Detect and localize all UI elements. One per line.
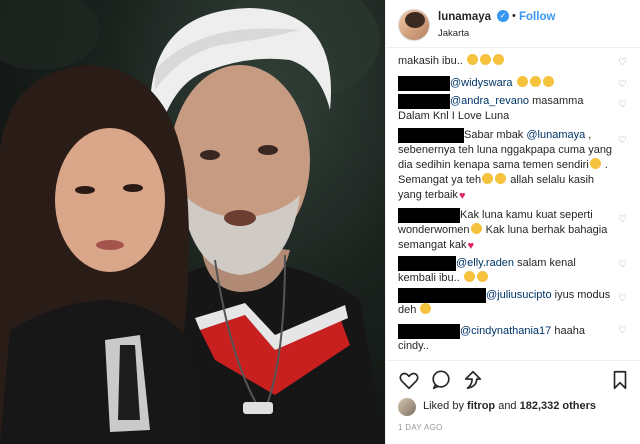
comment-item: @widyswara bbox=[398, 76, 614, 91]
bookmark-icon[interactable] bbox=[609, 369, 631, 391]
liker-username-link[interactable]: fitrop bbox=[467, 400, 495, 412]
comment-text: makasih ibu.. bbox=[398, 55, 463, 67]
comment-like-heart-icon[interactable]: ♡ bbox=[618, 294, 628, 304]
comment-like-heart-icon[interactable]: ♡ bbox=[618, 136, 628, 146]
redacted-username bbox=[398, 76, 450, 91]
username-link[interactable]: lunamaya bbox=[438, 11, 491, 23]
thumbs-up-emoji-icon bbox=[542, 76, 554, 87]
smile-emoji-icon bbox=[420, 303, 432, 314]
comment-like-heart-icon[interactable]: ♡ bbox=[618, 215, 628, 225]
post-photo bbox=[0, 0, 385, 444]
comment-like-heart-icon[interactable]: ♡ bbox=[618, 80, 628, 90]
red-heart-emoji-icon: ♥ bbox=[458, 190, 466, 202]
comment-item: @cindynathania17 haaha cindy.. bbox=[398, 324, 614, 354]
redacted-username bbox=[398, 208, 460, 223]
post-action-bar bbox=[386, 360, 640, 398]
verified-badge-icon: ✓ bbox=[497, 10, 509, 22]
comment-like-heart-icon[interactable]: ♡ bbox=[618, 260, 628, 270]
photo-illustration bbox=[0, 0, 385, 444]
location-link[interactable]: Jakarta bbox=[438, 28, 469, 39]
likes-middle: and bbox=[495, 400, 520, 412]
comment-like-heart-icon[interactable]: ♡ bbox=[618, 58, 628, 68]
comment-like-heart-icon[interactable]: ♡ bbox=[618, 100, 628, 110]
post-header: lunamaya ✓ • Follow Jakarta bbox=[386, 0, 640, 48]
separator-dot: • bbox=[512, 10, 516, 22]
comment-item: @juliusucipto iyus modus deh bbox=[398, 288, 614, 318]
likes-summary: Liked by fitrop and 182,332 others bbox=[398, 398, 633, 416]
comment-mention[interactable]: @juliusucipto bbox=[486, 289, 552, 301]
comment-mention[interactable]: @widyswara bbox=[450, 77, 513, 89]
comment-text: Sabar mbak bbox=[464, 129, 527, 141]
smile-emoji-icon bbox=[476, 271, 488, 282]
share-icon[interactable] bbox=[462, 369, 484, 391]
comment-item: @elly.raden salam kenal kembali ibu.. bbox=[398, 256, 614, 286]
redacted-username bbox=[398, 128, 464, 143]
post-side-panel: lunamaya ✓ • Follow Jakarta makasih ibu.… bbox=[385, 0, 640, 444]
smile-emoji-icon bbox=[482, 173, 494, 184]
redacted-username bbox=[398, 288, 486, 303]
redacted-username bbox=[398, 324, 460, 339]
comment-mention[interactable]: @elly.raden bbox=[456, 257, 514, 269]
red-heart-emoji-icon: ♥ bbox=[467, 240, 475, 252]
comment-item: @andra_revano masamma Dalam Knl I Love L… bbox=[398, 94, 614, 124]
smile-emoji-icon bbox=[470, 223, 482, 234]
folded-hands-emoji-icon bbox=[492, 54, 504, 65]
thumbs-up-emoji-icon bbox=[516, 76, 528, 87]
liker-avatar[interactable] bbox=[398, 398, 416, 416]
raising-hands-emoji-icon bbox=[466, 54, 478, 65]
comment-item: makasih ibu.. bbox=[398, 54, 614, 69]
comment-like-heart-icon[interactable]: ♡ bbox=[618, 326, 628, 336]
comment-mention[interactable]: @andra_revano bbox=[450, 95, 529, 107]
likes-prefix: Liked by bbox=[423, 400, 468, 412]
heart-icon[interactable] bbox=[398, 369, 420, 391]
folded-hands-emoji-icon bbox=[479, 54, 491, 65]
comment-mention[interactable]: @cindynathania17 bbox=[460, 325, 551, 337]
post-timestamp[interactable]: 1 DAY AGO bbox=[398, 423, 443, 432]
comments-list[interactable]: makasih ibu.. ♡ @widyswara ♡ @andra_reva… bbox=[386, 48, 640, 360]
redacted-username bbox=[398, 256, 456, 271]
comment-icon[interactable] bbox=[430, 369, 452, 391]
likes-count-link[interactable]: 182,332 others bbox=[520, 400, 596, 412]
smile-emoji-icon bbox=[463, 271, 475, 282]
sad-face-emoji-icon bbox=[589, 158, 601, 169]
thumbs-up-emoji-icon bbox=[529, 76, 541, 87]
comment-item: Kak luna kamu kuat seperti wonderwomen K… bbox=[398, 208, 614, 254]
likes-text: Liked by fitrop and 182,332 others bbox=[423, 400, 596, 412]
redacted-username bbox=[398, 94, 450, 109]
comment-mention[interactable]: @lunamaya bbox=[526, 129, 585, 141]
follow-button[interactable]: Follow bbox=[519, 11, 555, 23]
comment-item: Sabar mbak @lunamaya , sebenernya teh lu… bbox=[398, 128, 614, 204]
avatar[interactable] bbox=[398, 9, 430, 41]
instagram-post: lunamaya ✓ • Follow Jakarta makasih ibu.… bbox=[0, 0, 640, 444]
smile-emoji-icon bbox=[495, 173, 507, 184]
